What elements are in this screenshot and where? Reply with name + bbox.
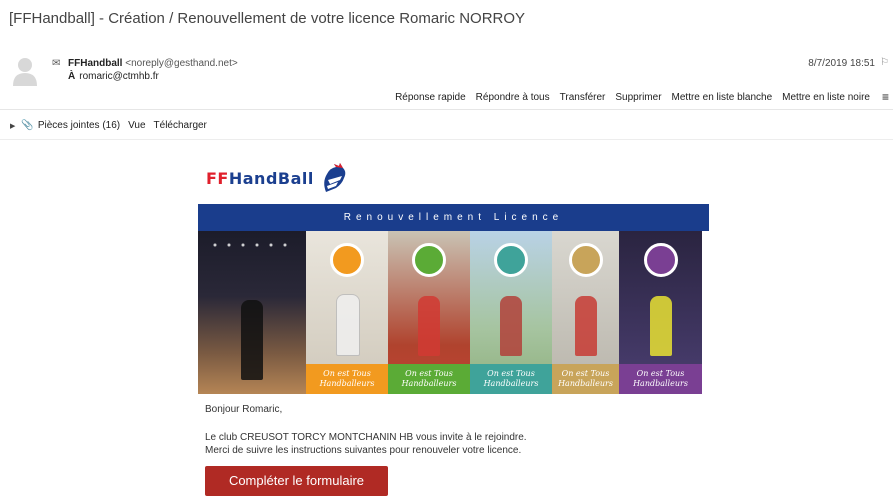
slogan-bar: On est Tous Handballeurs xyxy=(388,364,470,394)
attachments-bar: ▶ 📎 Pièces jointes (16) Vue Télécharger xyxy=(10,120,207,131)
banner-title: Renouvellement Licence xyxy=(198,204,709,231)
photo-panel-handfit: On est Tous Handballeurs xyxy=(470,231,552,394)
photo-panel-beach: On est Tous Handballeurs xyxy=(552,231,619,394)
slogan-bar: On est Tous Handballeurs xyxy=(470,364,552,394)
download-attachments-link[interactable]: Télécharger xyxy=(154,120,207,131)
photo-panel-babyhand: On est Tous Handballeurs xyxy=(306,231,388,394)
menu-icon[interactable]: ≡ xyxy=(882,90,889,104)
email-date: 8/7/2019 18:51 xyxy=(808,58,875,69)
slogan-bar: On est Tous Handballeurs xyxy=(552,364,619,394)
divider xyxy=(0,139,893,140)
photo-panel-handensemble: On est Tous Handballeurs xyxy=(619,231,702,394)
flag-icon[interactable]: ⚐ xyxy=(880,57,889,68)
body-line-2: Merci de suivre les instructions suivant… xyxy=(205,445,522,456)
ffhandball-logo: FFHandBall xyxy=(206,162,348,194)
recipient: Àromaric@ctmhb.fr xyxy=(68,71,159,82)
delete-button[interactable]: Supprimer xyxy=(615,92,661,103)
logo-ff: FF xyxy=(206,168,229,188)
whitelist-button[interactable]: Mettre en liste blanche xyxy=(672,92,773,103)
slogan-bar: On est Tous Handballeurs xyxy=(306,364,388,394)
email-subject: [FFHandball] - Création / Renouvellement… xyxy=(9,10,526,27)
sender-address: <noreply@gesthand.net> xyxy=(125,58,238,69)
greeting: Bonjour Romaric, xyxy=(205,404,283,415)
forward-button[interactable]: Transférer xyxy=(560,92,606,103)
body-line-1: Le club CREUSOT TORCY MONTCHANIN HB vous… xyxy=(205,432,527,443)
logo-handball: HandBall xyxy=(228,168,314,188)
view-attachments-link[interactable]: Vue xyxy=(128,120,145,131)
divider xyxy=(0,109,893,110)
photo-panel-hand-a-4: On est Tous Handballeurs xyxy=(388,231,470,394)
action-toolbar: Réponse rapide Répondre à tous Transfére… xyxy=(385,90,893,104)
blacklist-button[interactable]: Mettre en liste noire xyxy=(782,92,870,103)
slogan-bar: On est Tous Handballeurs xyxy=(619,364,702,394)
expand-triangle-icon[interactable]: ▶ xyxy=(10,122,15,130)
envelope-icon: ✉ xyxy=(52,58,61,69)
photo-panel-arena xyxy=(198,231,306,394)
complete-form-button[interactable]: Compléter le formulaire xyxy=(205,466,388,496)
recipient-label: À xyxy=(68,71,76,82)
sender-name: FFHandball xyxy=(68,58,123,69)
recipient-address[interactable]: romaric@ctmhb.fr xyxy=(79,71,159,82)
rooster-icon xyxy=(324,163,346,192)
quick-reply-button[interactable]: Réponse rapide xyxy=(395,92,466,103)
avatar-icon xyxy=(13,58,37,86)
reply-all-button[interactable]: Répondre à tous xyxy=(476,92,550,103)
attachments-toggle[interactable]: Pièces jointes (16) xyxy=(38,120,120,131)
sender[interactable]: FFHandball <noreply@gesthand.net> xyxy=(68,58,238,69)
promo-image: On est Tous Handballeurs On est Tous Han… xyxy=(198,231,702,394)
paperclip-icon: 📎 xyxy=(21,120,34,131)
